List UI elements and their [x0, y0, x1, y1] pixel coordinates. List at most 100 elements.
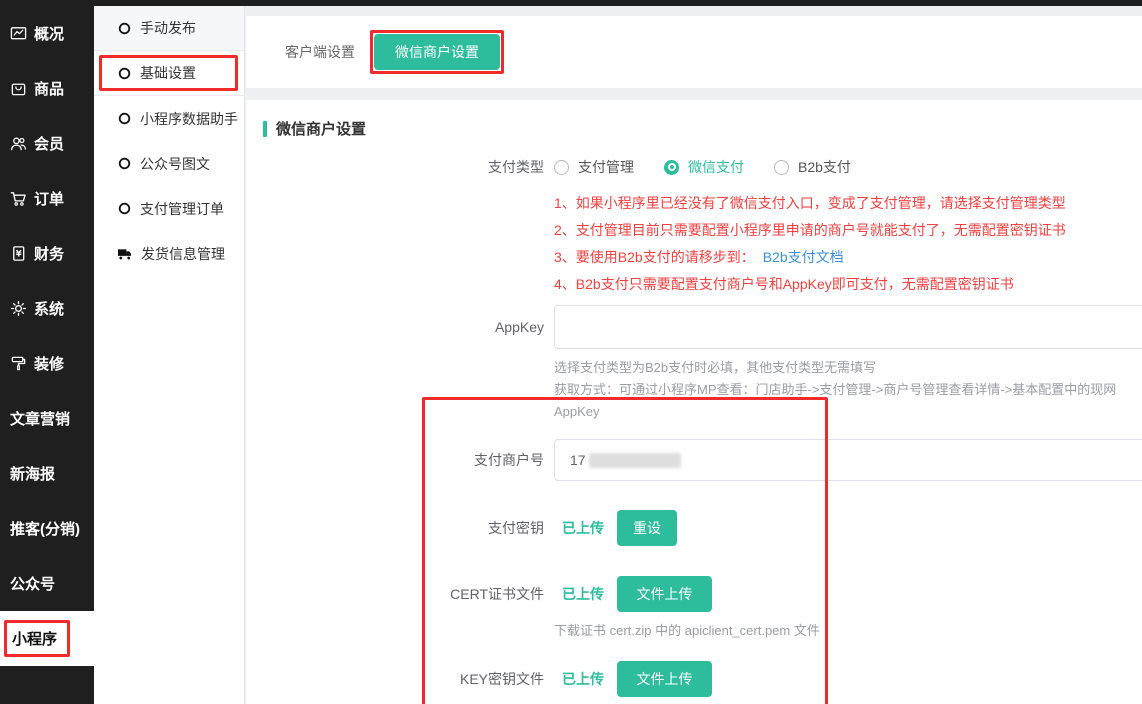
merchant-settings-card: 微信商户设置 支付类型 支付管理 微信支付 B2b支付 [246, 100, 1142, 704]
appkey-row: AppKey [246, 305, 1142, 349]
submenu-item-label: 手动发布 [140, 18, 196, 38]
submenu-item-label: 支付管理订单 [140, 199, 224, 219]
radio-label: 微信支付 [688, 157, 744, 177]
sidebar-item-official-account[interactable]: 公众号 [0, 556, 94, 611]
section-header: 微信商户设置 [263, 118, 1142, 139]
truck-icon [118, 248, 132, 260]
sidebar-item-label: 推客(分销) [10, 518, 80, 539]
radio-wechat-pay[interactable]: 微信支付 [664, 157, 744, 177]
circle-icon [118, 202, 131, 215]
cert-upload-button[interactable]: 文件上传 [617, 576, 712, 612]
sidebar-item-label: 装修 [34, 353, 64, 374]
submenu-item-official-articles[interactable]: 公众号图文 [94, 141, 244, 186]
radio-label: 支付管理 [578, 157, 634, 177]
submenu-item-label: 发货信息管理 [141, 244, 225, 264]
submenu-item-shipping-info[interactable]: 发货信息管理 [94, 231, 244, 276]
annotation-box-mini-program: 小程序 [4, 620, 70, 657]
pay-type-row: 支付类型 支付管理 微信支付 B2b支付 [246, 152, 1142, 182]
sidebar-item-label: 会员 [34, 133, 64, 154]
sidebar-item-label: 概况 [34, 23, 64, 44]
appkey-label: AppKey [246, 319, 544, 335]
redacted-value-blur [589, 453, 681, 468]
sidebar-item-label: 订单 [34, 188, 64, 209]
submenu-item-label: 基础设置 [140, 63, 196, 83]
radio-circle-icon [554, 160, 569, 175]
submenu-item-payment-orders[interactable]: 支付管理订单 [94, 186, 244, 231]
primary-sidebar: 概况 商品 会员 订单 ¥ 财务 系统 装修 文章营销 新海报 推客(分销) 公… [0, 0, 94, 704]
sidebar-item-overview[interactable]: 概况 [0, 6, 94, 61]
sidebar-item-orders[interactable]: 订单 [0, 171, 94, 226]
b2b-doc-link[interactable]: B2b支付文档 [763, 249, 844, 265]
goods-icon [10, 80, 27, 97]
appkey-help: 选择支付类型为B2b支付时必填，其他支付类型无需填写 获取方式：可通过小程序MP… [554, 357, 1142, 423]
main-content: 客户端设置 微信商户设置 微信商户设置 支付类型 支付管理 微信支 [246, 6, 1142, 704]
reset-secret-button[interactable]: 重设 [617, 510, 677, 546]
note-line-4: 4、B2b支付只需要配置支付商户号和AppKey即可支付，无需配置密钥证书 [554, 271, 1142, 298]
radio-label: B2b支付 [798, 157, 851, 177]
sidebar-item-label: 文章营销 [10, 408, 70, 429]
sidebar-item-mini-program[interactable]: 小程序 [0, 611, 94, 666]
merchant-id-input[interactable]: 17 [554, 439, 1142, 481]
tab-client-settings[interactable]: 客户端设置 [285, 42, 355, 62]
sidebar-item-label: 财务 [34, 243, 64, 264]
sidebar-item-label: 小程序 [12, 631, 57, 648]
note-line-1: 1、如果小程序里已经没有了微信支付入口，变成了支付管理，请选择支付管理类型 [554, 190, 1142, 217]
cert-file-label: CERT证书文件 [246, 584, 544, 604]
circle-icon [118, 157, 131, 170]
sidebar-item-new-poster[interactable]: 新海报 [0, 446, 94, 501]
appkey-help-line-2: 获取方式：可通过小程序MP查看：门店助手->支付管理->商户号管理查看详情->基… [554, 379, 1142, 423]
cert-file-status-badge: 已上传 [562, 584, 604, 604]
circle-icon [118, 22, 131, 35]
appkey-input[interactable] [554, 305, 1142, 349]
sidebar-item-distribution[interactable]: 推客(分销) [0, 501, 94, 556]
sidebar-item-label: 商品 [34, 78, 64, 99]
cert-file-row: CERT证书文件 已上传 文件上传 [246, 576, 1142, 612]
finance-icon: ¥ [10, 245, 27, 262]
pay-secret-status-badge: 已上传 [562, 518, 604, 538]
svg-text:¥: ¥ [16, 250, 22, 260]
radio-b2b-pay[interactable]: B2b支付 [774, 157, 851, 177]
system-icon [10, 300, 27, 317]
sidebar-item-goods[interactable]: 商品 [0, 61, 94, 116]
pay-secret-label: 支付密钥 [246, 518, 544, 538]
decorate-icon [10, 355, 27, 372]
submenu-item-basic-settings[interactable]: 基础设置 [94, 51, 244, 96]
radio-circle-icon [774, 160, 789, 175]
cert-file-help: 下载证书 cert.zip 中的 apiclient_cert.pem 文件 [554, 620, 1142, 639]
annotation-box-merchant-tab: 微信商户设置 [370, 30, 504, 74]
section-title: 微信商户设置 [276, 118, 366, 139]
sidebar-item-members[interactable]: 会员 [0, 116, 94, 171]
merchant-id-row: 支付商户号 17 [246, 439, 1142, 481]
overview-icon [10, 25, 27, 42]
key-file-row: KEY密钥文件 已上传 文件上传 [246, 661, 1142, 697]
submenu-item-data-assistant[interactable]: 小程序数据助手 [94, 96, 244, 141]
top-black-bar [0, 0, 1142, 6]
sidebar-item-label: 公众号 [10, 573, 55, 594]
sidebar-item-article-marketing[interactable]: 文章营销 [0, 391, 94, 446]
orders-icon [10, 190, 27, 207]
sidebar-item-finance[interactable]: ¥ 财务 [0, 226, 94, 281]
merchant-id-value: 17 [570, 452, 586, 468]
sidebar-item-label: 新海报 [10, 463, 55, 484]
submenu-item-manual-publish[interactable]: 手动发布 [94, 6, 244, 51]
circle-icon [118, 112, 131, 125]
note-line-3: 3、要使用B2b支付的请移步到： B2b支付文档 [554, 244, 1142, 271]
settings-tab-bar: 客户端设置 微信商户设置 [246, 16, 1142, 88]
appkey-help-line-1: 选择支付类型为B2b支付时必填，其他支付类型无需填写 [554, 357, 1142, 379]
submenu-item-label: 小程序数据助手 [140, 109, 238, 129]
merchant-id-label: 支付商户号 [246, 450, 544, 470]
note-line-2: 2、支付管理目前只需要配置小程序里申请的商户号就能支付了，无需配置密钥证书 [554, 217, 1142, 244]
key-upload-button[interactable]: 文件上传 [617, 661, 712, 697]
radio-circle-icon [664, 160, 679, 175]
members-icon [10, 135, 27, 152]
sidebar-item-decorate[interactable]: 装修 [0, 336, 94, 391]
pay-secret-row: 支付密钥 已上传 重设 [246, 510, 1142, 546]
section-accent-bar [263, 121, 267, 137]
note-line-3-text: 3、要使用B2b支付的请移步到： [554, 249, 755, 265]
tab-wechat-merchant-settings[interactable]: 微信商户设置 [374, 34, 500, 70]
submenu-item-label: 公众号图文 [140, 154, 210, 174]
sidebar-item-system[interactable]: 系统 [0, 281, 94, 336]
key-file-label: KEY密钥文件 [246, 669, 544, 689]
radio-pay-management[interactable]: 支付管理 [554, 157, 634, 177]
pay-type-label: 支付类型 [246, 157, 544, 177]
